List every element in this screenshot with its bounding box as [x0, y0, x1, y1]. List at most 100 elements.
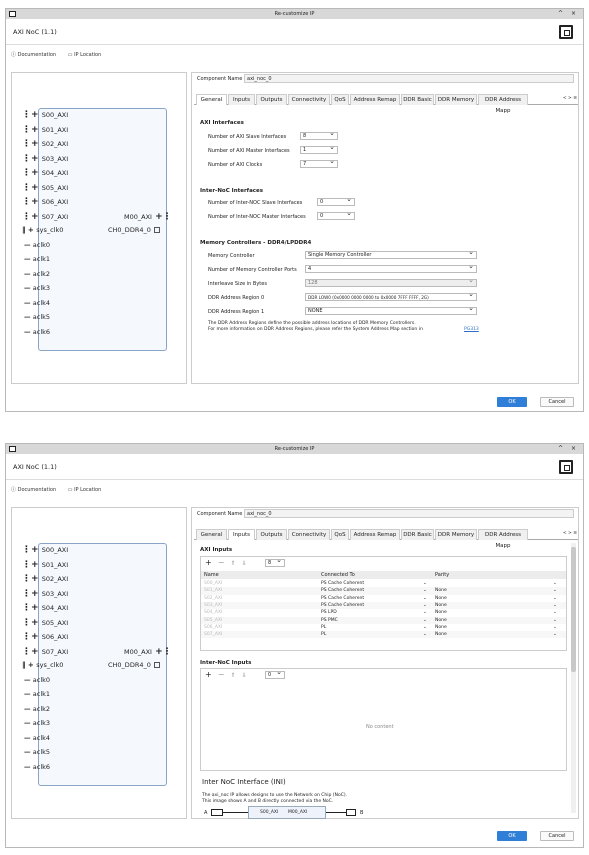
table-row[interactable]: S00_AXI PS Cache Coherent ⌄ ⌄ — [201, 580, 566, 587]
slave-count-select[interactable]: 8 — [300, 130, 338, 140]
tab-general[interactable]: General — [196, 529, 227, 540]
tab-connectivity[interactable]: Connectivity — [288, 94, 330, 105]
dropdown-chevron-icon[interactable]: ⌄ — [553, 617, 557, 624]
dropdown-chevron-icon[interactable]: ⌄ — [423, 587, 427, 594]
table-row[interactable]: S05_AXI PS PMC ⌄ None ⌄ — [201, 616, 566, 624]
dropdown-chevron-icon[interactable]: ⌄ — [553, 602, 557, 609]
remove-icon[interactable]: − — [218, 558, 231, 567]
dropdown-chevron-icon[interactable]: ⌄ — [423, 595, 427, 602]
ini-add-icon[interactable]: + — [205, 670, 218, 679]
port-s06-axi[interactable]: ⋮+ S06_AXI — [22, 632, 68, 642]
documentation-link[interactable]: ⓘ Documentation — [11, 487, 61, 493]
port-s01-axi[interactable]: ⋮+ S01_AXI — [22, 560, 68, 570]
clock-count-select[interactable]: 7 — [300, 158, 338, 168]
region0-select[interactable]: DDR LOW0 (0x0000 0000 0000 to 0x0000 7FF… — [305, 291, 477, 301]
dropdown-chevron-icon[interactable]: ⌄ — [423, 617, 427, 624]
row-connected-select[interactable]: PS Cache Coherent — [321, 595, 364, 602]
port-s04-axi[interactable]: ⋮+ S04_AXI — [22, 603, 68, 613]
ini-inputs-count[interactable]: 0 — [265, 669, 285, 679]
documentation-link[interactable]: ⓘ Documentation — [11, 52, 61, 58]
table-row[interactable]: S04_AXI PS LPD ⌄ None ⌄ — [201, 609, 566, 616]
expand-port-icon[interactable]: ⋮+ — [22, 125, 42, 135]
row-connected-select[interactable]: PS PMC — [321, 617, 338, 624]
clock-bus-icon[interactable]: ‖ + — [22, 226, 36, 234]
ini-up-icon[interactable]: ⇑ — [230, 672, 241, 679]
tab-general[interactable]: General — [196, 94, 227, 105]
expand-port-icon[interactable]: +⋮ — [152, 212, 172, 222]
dropdown-chevron-icon[interactable]: ⌄ — [553, 609, 557, 616]
dropdown-chevron-icon[interactable]: ⌄ — [553, 580, 557, 587]
tab-outputs[interactable]: Outputs — [256, 529, 287, 540]
port-sys-clk0[interactable]: ‖ + sys_clk0 — [22, 226, 63, 234]
move-down-icon[interactable]: ⇓ — [241, 560, 252, 567]
tab-ddr-memory[interactable]: DDR Memory — [435, 94, 477, 105]
port-sys-clk0[interactable]: ‖ + sys_clk0 — [22, 661, 63, 669]
table-row[interactable]: S03_AXI PS Cache Coherent ⌄ None ⌄ — [201, 601, 566, 610]
row-connected-select[interactable]: PS Cache Coherent — [321, 587, 364, 594]
tab-qos[interactable]: QoS — [331, 529, 349, 540]
port-ch0-ddr4-0[interactable]: CH0_DDR4_0 — [108, 661, 160, 669]
row-parity-select[interactable]: None — [435, 631, 447, 638]
table-row[interactable]: S02_AXI PS Cache Coherent ⌄ None ⌄ — [201, 595, 566, 602]
axi-inputs-count[interactable]: 8 — [265, 557, 285, 567]
cancel-button[interactable]: Cancel — [540, 397, 574, 407]
expand-port-icon[interactable]: ⋮+ — [22, 139, 42, 149]
expand-port-icon[interactable]: ⋮+ — [22, 574, 42, 584]
row-connected-select[interactable]: PL — [321, 624, 326, 631]
ini-down-icon[interactable]: ⇓ — [241, 672, 252, 679]
row-parity-select[interactable]: None — [435, 624, 447, 631]
ini-remove-icon[interactable]: − — [218, 670, 231, 679]
tab-inputs[interactable]: Inputs — [228, 529, 255, 540]
tab-scroll-icons[interactable]: < > ≡ — [563, 531, 577, 536]
port-m00-axi[interactable]: M00_AXI +⋮ — [124, 647, 172, 657]
expand-port-icon[interactable]: ⋮+ — [22, 183, 42, 193]
expand-port-icon[interactable]: ⋮+ — [22, 110, 42, 120]
port-s06-axi[interactable]: ⋮+ S06_AXI — [22, 197, 68, 207]
component-name-input[interactable]: axi_noc_0 — [244, 509, 574, 518]
port-s03-axi[interactable]: ⋮+ S03_AXI — [22, 589, 68, 599]
ini-master-select[interactable]: 0 — [317, 210, 355, 220]
expand-port-icon[interactable]: ⋮+ — [22, 647, 42, 657]
expand-port-icon[interactable]: ⋮+ — [22, 212, 42, 222]
port-ch0-ddr4-0[interactable]: CH0_DDR4_0 — [108, 226, 160, 234]
dropdown-chevron-icon[interactable]: ⌄ — [423, 609, 427, 616]
expand-port-icon[interactable]: ⋮+ — [22, 197, 42, 207]
region1-select[interactable]: NONE — [305, 305, 477, 315]
port-s07-axi[interactable]: ⋮+ S07_AXI — [22, 212, 68, 222]
tab-ddr-address-mapp[interactable]: DDR Address Mapp — [478, 94, 528, 114]
dropdown-chevron-icon[interactable]: ⌄ — [423, 631, 427, 638]
expand-port-icon[interactable]: ⋮+ — [22, 603, 42, 613]
expand-port-icon[interactable]: ⋮+ — [22, 618, 42, 628]
dropdown-chevron-icon[interactable]: ⌄ — [423, 602, 427, 609]
expand-port-icon[interactable]: ⋮+ — [22, 560, 42, 570]
tab-ddr-address-mapp[interactable]: DDR Address Mapp — [478, 529, 528, 549]
port-s05-axi[interactable]: ⋮+ S05_AXI — [22, 618, 68, 628]
tab-address-remap[interactable]: Address Remap — [350, 529, 400, 540]
table-row[interactable]: S07_AXI PL ⌄ None ⌄ — [201, 631, 566, 639]
port-s02-axi[interactable]: ⋮+ S02_AXI — [22, 574, 68, 584]
port-s02-axi[interactable]: ⋮+ S02_AXI — [22, 139, 68, 149]
tab-ddr-memory[interactable]: DDR Memory — [435, 529, 477, 540]
clock-bus-icon[interactable]: ‖ + — [22, 661, 36, 669]
mc-ports-select[interactable]: 4 — [305, 263, 477, 273]
ip-location-link[interactable]: ▭ IP Location — [68, 52, 107, 58]
expand-port-icon[interactable]: ⋮+ — [22, 632, 42, 642]
row-parity-select[interactable]: None — [435, 587, 447, 594]
tab-address-remap[interactable]: Address Remap — [350, 94, 400, 105]
add-icon[interactable]: + — [205, 558, 218, 567]
ok-button[interactable]: OK — [497, 831, 527, 841]
pg313-link[interactable]: PG313 — [464, 327, 479, 332]
dropdown-chevron-icon[interactable]: ⌄ — [553, 624, 557, 631]
move-up-icon[interactable]: ⇑ — [230, 560, 241, 567]
dropdown-chevron-icon[interactable]: ⌄ — [553, 587, 557, 594]
tab-ddr-basic[interactable]: DDR Basic — [401, 529, 434, 540]
row-connected-select[interactable]: PS LPD — [321, 609, 337, 616]
port-s07-axi[interactable]: ⋮+ S07_AXI — [22, 647, 68, 657]
dropdown-chevron-icon[interactable]: ⌄ — [423, 580, 427, 587]
row-parity-select[interactable]: None — [435, 602, 447, 609]
row-parity-select[interactable]: None — [435, 595, 447, 602]
expand-port-icon[interactable]: +⋮ — [152, 647, 172, 657]
table-row[interactable]: S01_AXI PS Cache Coherent ⌄ None ⌄ — [201, 587, 566, 595]
expand-port-icon[interactable]: ⋮+ — [22, 589, 42, 599]
window-controls[interactable]: ^ × — [558, 444, 579, 454]
